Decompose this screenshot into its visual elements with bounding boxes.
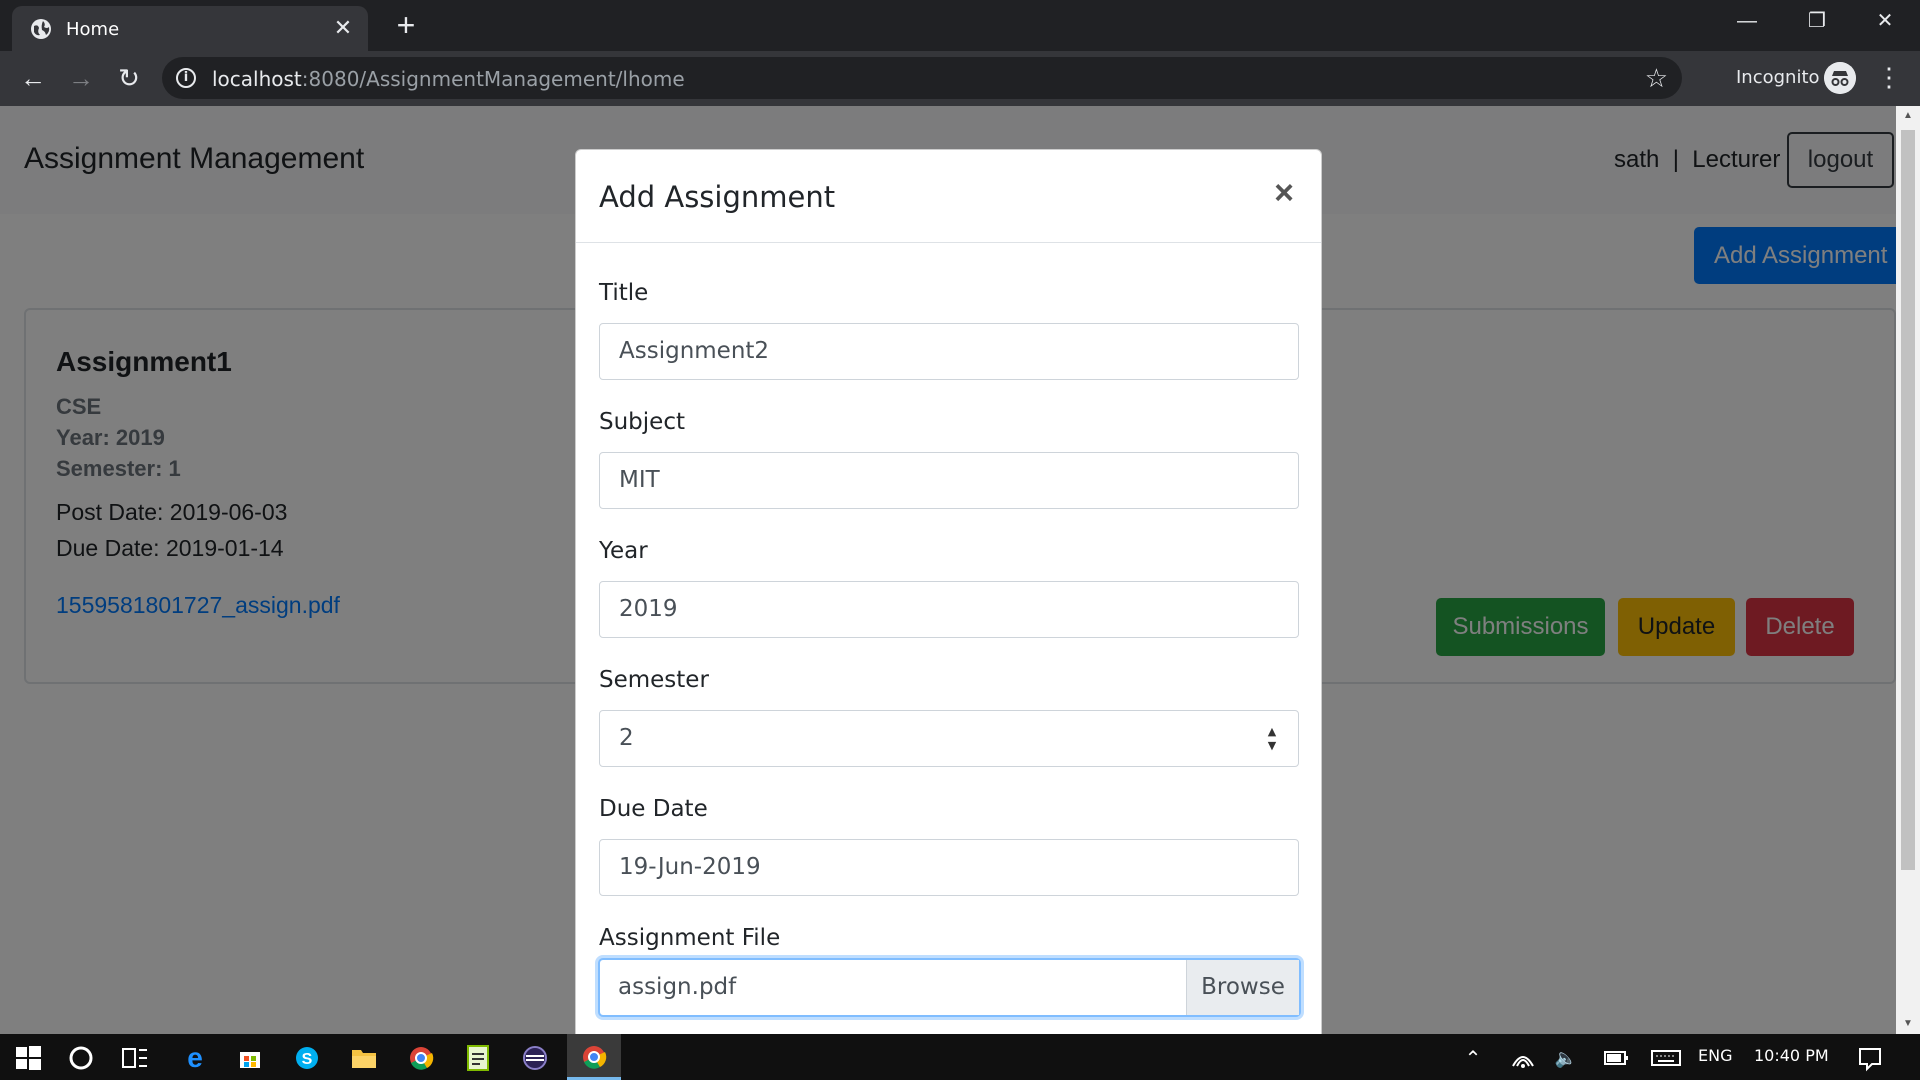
restore-icon[interactable]: ❐ xyxy=(1794,6,1840,36)
scroll-thumb[interactable] xyxy=(1901,130,1915,870)
browser-tab[interactable]: Home ✕ xyxy=(12,6,368,51)
chrome-icon[interactable] xyxy=(403,1040,439,1076)
file-explorer-icon[interactable] xyxy=(346,1040,382,1076)
incognito-icon[interactable] xyxy=(1824,62,1856,94)
incognito-label: Incognito xyxy=(1736,67,1820,88)
due-date-label: Due Date xyxy=(599,796,708,822)
subject-input[interactable]: MIT xyxy=(599,452,1299,509)
notifications-icon[interactable] xyxy=(1852,1040,1888,1076)
subject-label: Subject xyxy=(599,409,685,435)
battery-icon[interactable] xyxy=(1598,1040,1634,1076)
bookmark-star-icon[interactable]: ☆ xyxy=(1645,63,1668,93)
keyboard-icon[interactable] xyxy=(1648,1040,1684,1076)
title-input[interactable]: Assignment2 xyxy=(599,323,1299,380)
modal-header: Add Assignment × xyxy=(576,150,1321,243)
url-host: localhost xyxy=(212,67,302,91)
site-info-icon[interactable]: i xyxy=(176,68,196,88)
year-input[interactable]: 2019 xyxy=(599,581,1299,638)
semester-label: Semester xyxy=(599,667,709,693)
svg-text:S: S xyxy=(302,1051,313,1068)
semester-input[interactable]: 2 ▲ ▼ xyxy=(599,710,1299,767)
tab-close-icon[interactable]: ✕ xyxy=(330,15,356,41)
eclipse-icon[interactable] xyxy=(517,1040,553,1076)
scroll-up-icon[interactable]: ▲ xyxy=(1896,106,1920,126)
task-view-icon[interactable] xyxy=(117,1040,153,1076)
volume-icon[interactable]: 🔈 xyxy=(1548,1040,1584,1076)
browse-button[interactable]: Browse xyxy=(1186,960,1299,1015)
spinner-down-icon[interactable]: ▼ xyxy=(1264,739,1280,753)
store-icon[interactable] xyxy=(232,1040,268,1076)
browser-toolbar: ← → ↻ i localhost:8080/AssignmentManagem… xyxy=(0,51,1920,106)
window-close-icon[interactable]: ✕ xyxy=(1862,6,1908,36)
scroll-down-icon[interactable]: ▼ xyxy=(1896,1014,1920,1034)
clock[interactable]: 10:40 PM xyxy=(1754,1046,1829,1065)
browser-titlebar: Home ✕ + — ❐ ✕ xyxy=(0,0,1920,51)
close-icon[interactable]: × xyxy=(1269,176,1299,210)
globe-icon xyxy=(31,19,51,39)
title-label: Title xyxy=(599,280,649,306)
network-icon[interactable] xyxy=(1505,1040,1541,1076)
year-label: Year xyxy=(599,538,648,564)
new-tab-button[interactable]: + xyxy=(390,9,422,41)
cortana-search-icon[interactable] xyxy=(63,1040,99,1076)
due-date-input[interactable]: 19-Jun-2019 xyxy=(599,839,1299,896)
edge-icon[interactable]: e xyxy=(177,1040,213,1076)
modal-title: Add Assignment xyxy=(599,180,836,214)
semester-value: 2 xyxy=(619,725,634,751)
number-spinner[interactable]: ▲ ▼ xyxy=(1264,725,1280,753)
page-scrollbar[interactable]: ▲ ▼ xyxy=(1896,106,1920,1034)
url-path: :8080/AssignmentManagement/lhome xyxy=(301,67,685,91)
address-bar[interactable]: i localhost:8080/AssignmentManagement/lh… xyxy=(162,57,1682,99)
file-name: assign.pdf xyxy=(618,974,737,1000)
tab-title: Home xyxy=(66,19,120,40)
skype-icon[interactable]: S xyxy=(289,1040,325,1076)
page-viewport: Assignment Management sath | Lecturer lo… xyxy=(0,106,1896,1034)
file-label: Assignment File xyxy=(599,925,781,951)
chevron-up-icon[interactable]: ⌃ xyxy=(1455,1040,1491,1076)
reload-icon[interactable]: ↻ xyxy=(112,61,146,95)
language-indicator[interactable]: ENG xyxy=(1698,1046,1732,1065)
add-assignment-modal: Add Assignment × Title Assignment2 Subje… xyxy=(575,149,1322,1034)
taskbar-active-app[interactable] xyxy=(567,1034,621,1080)
file-input[interactable]: assign.pdf Browse xyxy=(598,958,1301,1017)
url-text: localhost:8080/AssignmentManagement/lhom… xyxy=(212,67,685,91)
chrome-active-icon xyxy=(583,1046,607,1069)
spinner-up-icon[interactable]: ▲ xyxy=(1264,725,1280,739)
windows-start-icon[interactable] xyxy=(10,1040,46,1076)
menu-kebab-icon[interactable]: ⋮ xyxy=(1876,61,1902,93)
notepad-app-icon[interactable] xyxy=(460,1040,496,1076)
minimize-icon[interactable]: — xyxy=(1724,6,1770,36)
windows-taskbar: e S ⌃ 🔈 ENG 10:40 PM xyxy=(0,1034,1920,1080)
back-arrow-icon[interactable]: ← xyxy=(16,61,50,95)
forward-arrow-icon[interactable]: → xyxy=(64,61,98,95)
